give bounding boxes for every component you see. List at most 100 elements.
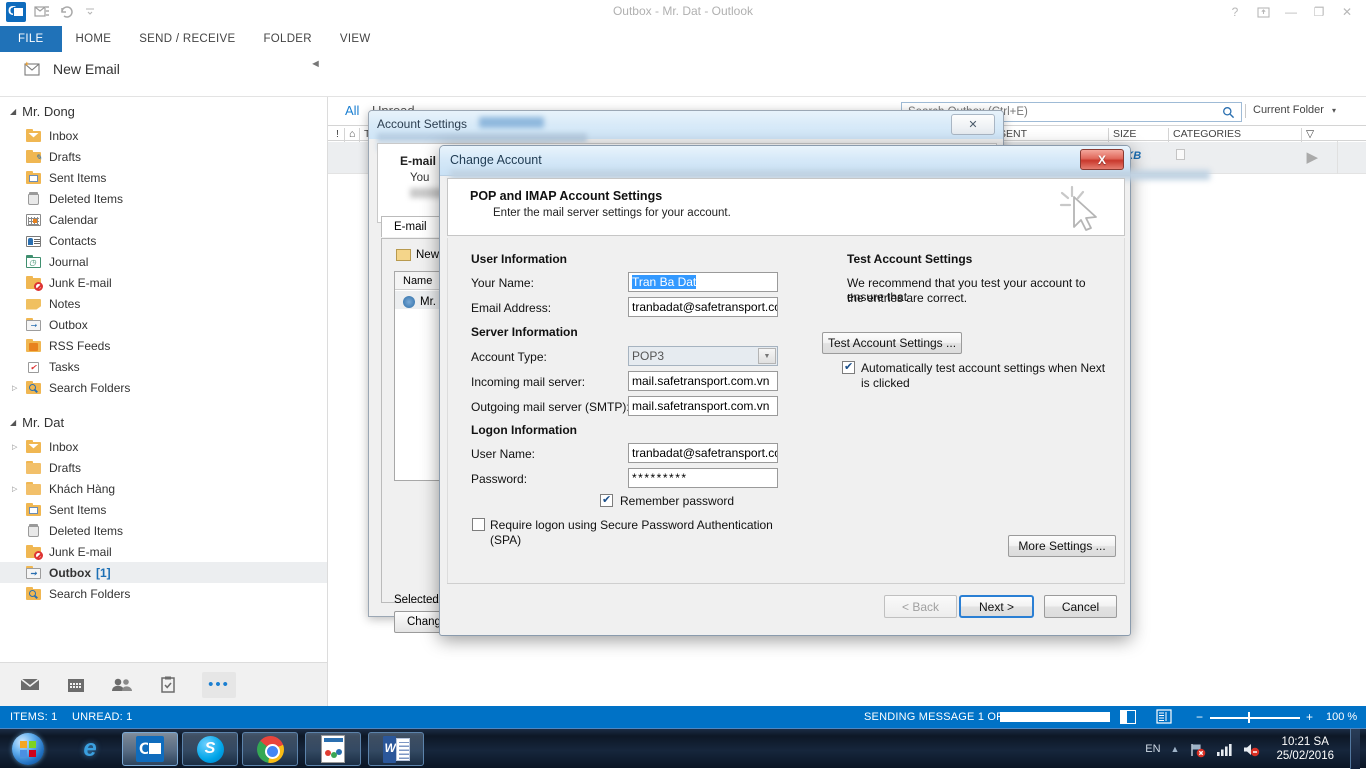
zoom-out-button[interactable]: − [1196, 710, 1203, 724]
account-settings-close-button[interactable]: ✕ [951, 114, 995, 135]
outlook-taskbar-icon[interactable] [122, 732, 178, 766]
signal-bars-icon[interactable] [1216, 741, 1233, 758]
auto-test-checkbox[interactable] [842, 360, 855, 374]
remember-password-checkbox[interactable] [600, 493, 613, 507]
show-desktop-button[interactable] [1350, 729, 1360, 769]
normal-view-icon[interactable] [1120, 710, 1136, 724]
tab-send-receive[interactable]: SEND / RECEIVE [125, 26, 249, 52]
restore-button[interactable]: ❐ [1306, 2, 1332, 22]
user-name-input[interactable]: tranbadat@safetransport.com.vn [628, 443, 778, 463]
language-indicator[interactable]: EN [1145, 743, 1160, 755]
help-icon[interactable]: ? [1222, 2, 1248, 22]
chrome-taskbar-icon[interactable] [242, 732, 298, 766]
search-icon[interactable] [1222, 106, 1235, 122]
sidebar-item-calendar[interactable]: Calendar [0, 209, 327, 230]
new-email-button[interactable]: New Email [22, 60, 120, 78]
email-address-input[interactable]: tranbadat@safetransport.com.vn [628, 297, 778, 317]
account-header-mr-dong[interactable]: ◢ Mr. Dong [0, 97, 327, 125]
account-header-mr-dat[interactable]: ◢ Mr. Dat [0, 408, 327, 436]
expand-triangle-icon[interactable]: ▷ [12, 485, 17, 493]
zoom-in-button[interactable]: + [1306, 710, 1313, 724]
new-account-button[interactable]: New [396, 249, 439, 261]
column-header-reminder[interactable]: ⌂ [344, 128, 355, 142]
sidebar-item-dat-drafts[interactable]: Drafts [0, 457, 327, 478]
tasks-nav-icon[interactable] [156, 674, 180, 696]
spa-checkbox[interactable] [472, 518, 485, 531]
your-name-input[interactable]: Tran Ba Dat [628, 272, 778, 292]
sidebar-item-dat-inbox[interactable]: ▷ Inbox [0, 436, 327, 457]
taskbar-clock[interactable]: 10:21 SA 25/02/2016 [1270, 735, 1340, 763]
expand-triangle-icon[interactable]: ▷ [12, 384, 17, 392]
show-hidden-icons-button[interactable]: ▲ [1171, 744, 1180, 754]
tab-folder[interactable]: FOLDER [249, 26, 325, 52]
account-type-select[interactable]: POP3 ▼ [628, 346, 778, 366]
windows-start-orb[interactable] [4, 731, 52, 767]
sidebar-item-contacts[interactable]: Contacts [0, 230, 327, 251]
filter-all-button[interactable]: All [345, 103, 359, 118]
tab-home[interactable]: HOME [62, 26, 126, 52]
sidebar-item-dat-search-folders[interactable]: Search Folders [0, 583, 327, 604]
sidebar-item-tasks[interactable]: ✔ Tasks [0, 356, 327, 377]
tab-email[interactable]: E-mail [381, 216, 440, 237]
column-header-importance[interactable]: ! [332, 128, 339, 142]
skype-taskbar-icon[interactable]: S [182, 732, 238, 766]
category-flag-cell[interactable] [1176, 149, 1185, 160]
zoom-slider-thumb[interactable] [1248, 712, 1250, 723]
sidebar-item-journal[interactable]: ◷ Journal [0, 251, 327, 272]
expand-triangle-icon[interactable]: ▷ [12, 443, 17, 451]
sidebar-item-khach-hang[interactable]: ▷ Khách Hàng [0, 478, 327, 499]
sidebar-item-dat-deleted-items[interactable]: Deleted Items [0, 520, 327, 541]
password-input[interactable]: ********* [628, 468, 778, 488]
mail-nav-icon[interactable] [18, 674, 42, 696]
sent-items-folder-icon [26, 170, 42, 185]
network-error-icon[interactable] [1189, 741, 1206, 758]
tab-file[interactable]: FILE [0, 26, 62, 52]
ribbon-display-options-icon[interactable] [1250, 2, 1276, 22]
change-account-dialog[interactable]: Change Account X POP and IMAP Account Se… [439, 145, 1210, 636]
sidebar-item-notes[interactable]: Notes [0, 293, 327, 314]
sidebar-item-outbox[interactable]: ➞ Outbox [0, 314, 327, 335]
sidebar-item-inbox[interactable]: Inbox [0, 125, 327, 146]
minimize-button[interactable]: — [1278, 2, 1304, 22]
collapse-ribbon-icon[interactable]: ◄ [310, 58, 321, 70]
test-account-settings-button[interactable]: Test Account Settings ... [822, 332, 962, 354]
cancel-button[interactable]: Cancel [1044, 595, 1117, 618]
sidebar-item-dat-sent-items[interactable]: Sent Items [0, 499, 327, 520]
column-header-flag[interactable]: ▽ [1301, 128, 1314, 142]
volume-muted-icon[interactable] [1243, 741, 1260, 758]
selected-account-label: Selected [394, 594, 439, 606]
sidebar-item-deleted-items[interactable]: Deleted Items [0, 188, 327, 209]
people-nav-icon[interactable] [110, 674, 134, 696]
tab-view[interactable]: VIEW [326, 26, 385, 52]
more-settings-button[interactable]: More Settings ... [1008, 535, 1116, 557]
zoom-slider-track[interactable] [1210, 717, 1300, 719]
incoming-mail-server-input[interactable]: mail.safetransport.com.vn [628, 371, 778, 391]
expand-message-arrow-icon[interactable]: ▶ [1306, 148, 1318, 166]
back-button[interactable]: < Back [884, 595, 957, 618]
sidebar-item-sent-items[interactable]: Sent Items [0, 167, 327, 188]
more-nav-icon[interactable]: ••• [202, 671, 236, 698]
calendar-nav-icon[interactable] [64, 674, 88, 696]
close-button[interactable]: ✕ [1334, 2, 1360, 22]
chevron-down-icon[interactable]: ▼ [758, 348, 776, 364]
drafts-folder-icon: ✎ [26, 149, 42, 164]
sidebar-item-drafts[interactable]: ✎ Drafts [0, 146, 327, 167]
password-value: ********* [632, 471, 688, 485]
sidebar-item-junk-email[interactable]: Junk E-mail [0, 272, 327, 293]
reading-view-icon[interactable] [1156, 709, 1172, 727]
sidebar-item-search-folders[interactable]: ▷ Search Folders [0, 377, 327, 398]
change-account-close-button[interactable]: X [1080, 149, 1124, 170]
column-header-size[interactable]: SIZE [1108, 128, 1136, 142]
internet-explorer-taskbar-icon[interactable]: e [62, 732, 118, 766]
paint-taskbar-icon[interactable] [305, 732, 361, 766]
word-taskbar-icon[interactable] [368, 732, 424, 766]
sidebar-item-rss-feeds[interactable]: RSS Feeds [0, 335, 327, 356]
sidebar-item-dat-outbox[interactable]: ➞ Outbox [1] [0, 562, 327, 583]
search-scope-dropdown[interactable]: Current Folder ▾ [1253, 104, 1336, 116]
sidebar-item-dat-junk-email[interactable]: Junk E-mail [0, 541, 327, 562]
column-header-categories[interactable]: CATEGORIES [1168, 128, 1241, 142]
outgoing-mail-server-input[interactable]: mail.safetransport.com.vn [628, 396, 778, 416]
zoom-level-label[interactable]: 100 % [1326, 711, 1357, 723]
next-button[interactable]: Next > [959, 595, 1034, 618]
folder-label: Junk E-mail [49, 544, 112, 559]
